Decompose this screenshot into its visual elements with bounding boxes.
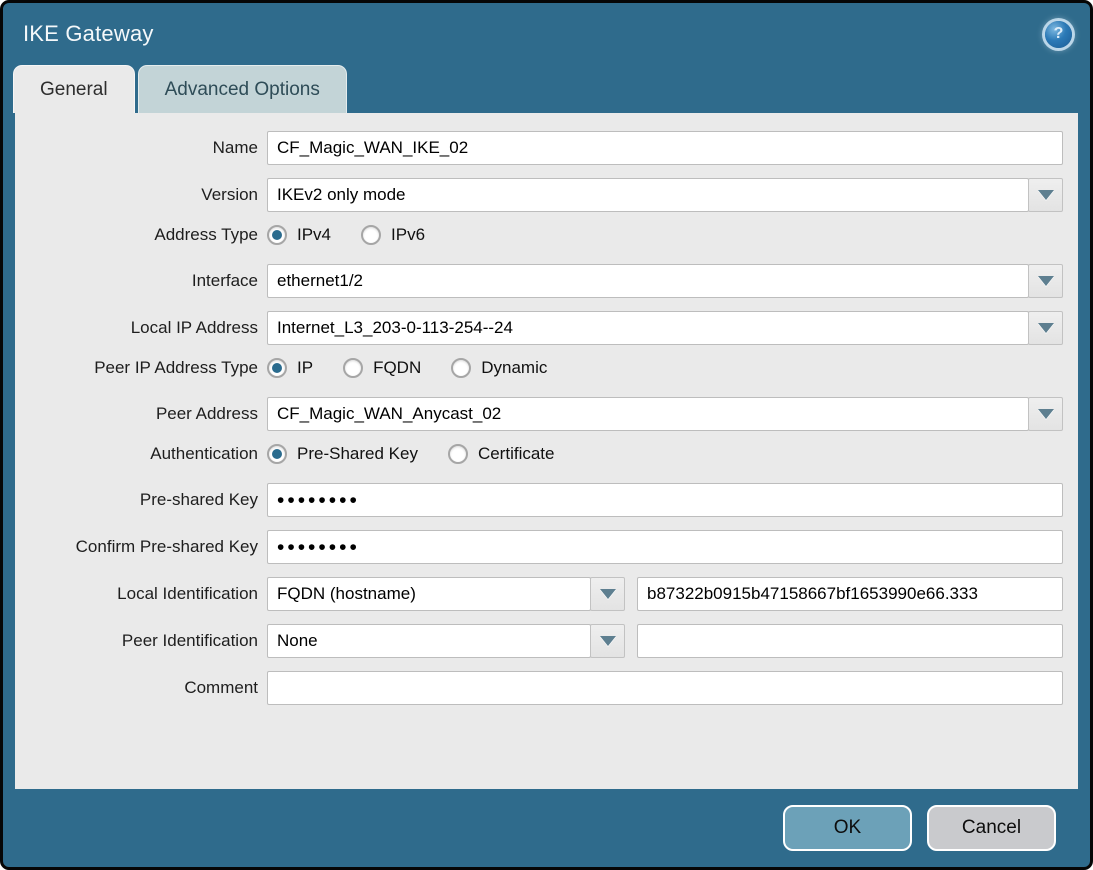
peer-address-dropdown-button[interactable] (1028, 397, 1063, 431)
authentication-row: Authentication Pre-Shared Key Certificat… (15, 444, 1063, 464)
address-type-option-ipv6: IPv6 (361, 225, 425, 245)
peer-identification-value-input[interactable] (637, 624, 1063, 658)
general-form: Name Version Address Type IPv4 (15, 113, 1078, 789)
radio-fqdn-label: FQDN (373, 358, 421, 378)
ok-button[interactable]: OK (783, 805, 912, 851)
confirm-pre-shared-key-input[interactable] (267, 530, 1063, 564)
version-dropdown (267, 178, 1063, 212)
version-label: Version (15, 185, 267, 205)
radio-ipv4[interactable] (267, 225, 287, 245)
radio-ipv4-label: IPv4 (297, 225, 331, 245)
peer-identification-dropdown-button[interactable] (590, 624, 625, 658)
comment-input[interactable] (267, 671, 1063, 705)
local-identification-value-input[interactable] (637, 577, 1063, 611)
local-ip-address-row: Local IP Address (15, 311, 1063, 345)
tab-general[interactable]: General (13, 65, 135, 113)
confirm-pre-shared-key-row: Confirm Pre-shared Key (15, 530, 1063, 564)
peer-address-label: Peer Address (15, 404, 267, 424)
address-type-label: Address Type (15, 225, 267, 245)
peer-identification-type-dropdown (267, 624, 625, 658)
radio-pre-shared-key[interactable] (267, 444, 287, 464)
help-icon[interactable]: ? (1045, 21, 1072, 48)
auth-option-certificate: Certificate (448, 444, 555, 464)
local-ip-address-dropdown-button[interactable] (1028, 311, 1063, 345)
interface-row: Interface (15, 264, 1063, 298)
peer-address-input[interactable] (267, 397, 1029, 431)
radio-ip[interactable] (267, 358, 287, 378)
pre-shared-key-row: Pre-shared Key (15, 483, 1063, 517)
peer-address-dropdown (267, 397, 1063, 431)
comment-label: Comment (15, 678, 267, 698)
radio-certificate-label: Certificate (478, 444, 555, 464)
radio-certificate[interactable] (448, 444, 468, 464)
peer-type-option-fqdn: FQDN (343, 358, 421, 378)
auth-option-pre-shared-key: Pre-Shared Key (267, 444, 418, 464)
peer-type-option-ip: IP (267, 358, 313, 378)
local-identification-type-input[interactable] (267, 577, 591, 611)
local-ip-address-dropdown (267, 311, 1063, 345)
ike-gateway-dialog: IKE Gateway ? General Advanced Options N… (0, 0, 1093, 870)
pre-shared-key-label: Pre-shared Key (15, 490, 267, 510)
cancel-button[interactable]: Cancel (927, 805, 1056, 851)
local-identification-type-dropdown (267, 577, 625, 611)
pre-shared-key-input[interactable] (267, 483, 1063, 517)
peer-address-row: Peer Address (15, 397, 1063, 431)
authentication-label: Authentication (15, 444, 267, 464)
peer-identification-label: Peer Identification (15, 631, 267, 651)
local-ip-address-label: Local IP Address (15, 318, 267, 338)
interface-dropdown (267, 264, 1063, 298)
chevron-down-icon (600, 636, 616, 646)
radio-ipv6[interactable] (361, 225, 381, 245)
local-identification-label: Local Identification (15, 584, 267, 604)
name-input[interactable] (267, 131, 1063, 165)
version-input[interactable] (267, 178, 1029, 212)
version-dropdown-button[interactable] (1028, 178, 1063, 212)
peer-ip-address-type-label: Peer IP Address Type (15, 358, 267, 378)
chevron-down-icon (1038, 276, 1054, 286)
radio-fqdn[interactable] (343, 358, 363, 378)
local-identification-row: Local Identification (15, 577, 1063, 611)
peer-type-option-dynamic: Dynamic (451, 358, 547, 378)
confirm-pre-shared-key-label: Confirm Pre-shared Key (15, 537, 267, 557)
peer-identification-type-input[interactable] (267, 624, 591, 658)
version-row: Version (15, 178, 1063, 212)
chevron-down-icon (1038, 409, 1054, 419)
interface-dropdown-button[interactable] (1028, 264, 1063, 298)
dialog-footer: OK Cancel (3, 789, 1090, 867)
tab-advanced-options[interactable]: Advanced Options (138, 65, 347, 113)
chevron-down-icon (1038, 323, 1054, 333)
tab-bar: General Advanced Options (3, 65, 1090, 113)
interface-input[interactable] (267, 264, 1029, 298)
peer-ip-address-type-row: Peer IP Address Type IP FQDN Dynamic (15, 358, 1063, 378)
radio-dynamic-label: Dynamic (481, 358, 547, 378)
name-row: Name (15, 131, 1063, 165)
radio-pre-shared-key-label: Pre-Shared Key (297, 444, 418, 464)
address-type-row: Address Type IPv4 IPv6 (15, 225, 1063, 245)
dialog-title: IKE Gateway (23, 21, 154, 47)
radio-ipv6-label: IPv6 (391, 225, 425, 245)
chevron-down-icon (600, 589, 616, 599)
comment-row: Comment (15, 671, 1063, 705)
name-label: Name (15, 138, 267, 158)
radio-dynamic[interactable] (451, 358, 471, 378)
interface-label: Interface (15, 271, 267, 291)
local-identification-dropdown-button[interactable] (590, 577, 625, 611)
radio-ip-label: IP (297, 358, 313, 378)
title-bar: IKE Gateway ? (3, 3, 1090, 65)
local-ip-address-input[interactable] (267, 311, 1029, 345)
address-type-option-ipv4: IPv4 (267, 225, 331, 245)
chevron-down-icon (1038, 190, 1054, 200)
peer-identification-row: Peer Identification (15, 624, 1063, 658)
